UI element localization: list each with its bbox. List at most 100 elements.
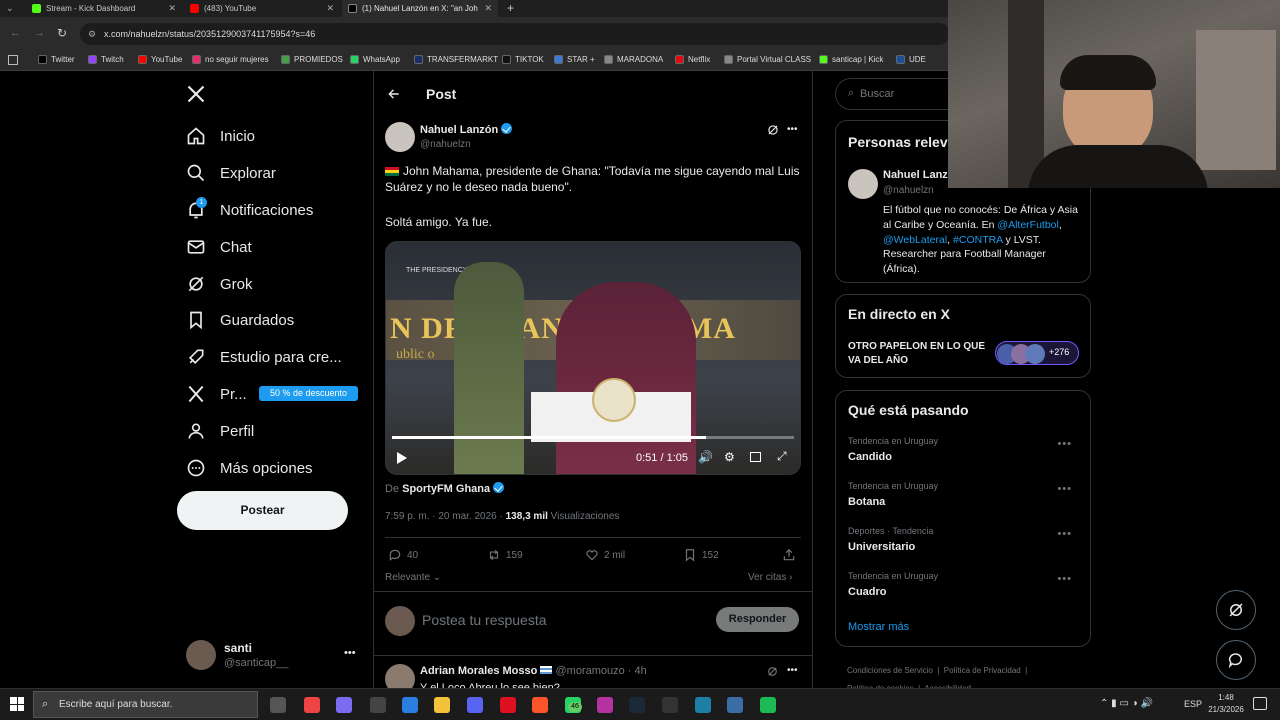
bookmark-item[interactable]: TRANSFERMARKT [414,55,498,64]
bookmark-item[interactable]: Netflix [675,55,710,64]
address-bar[interactable]: ⚙ x.com/nahuelzn/status/2035129003741175… [80,23,950,45]
shield-icon[interactable] [727,697,743,713]
sidebar-item-4[interactable]: Grok [186,269,253,299]
bookmark-item[interactable]: no seguir mujeres [192,55,269,64]
app-icon[interactable] [597,697,613,713]
sidebar-item-5[interactable]: Guardados [186,305,294,335]
bookmark-item[interactable]: Portal Virtual CLASS [724,55,811,64]
tab-youtube[interactable]: (483) YouTube ✕ [184,0,340,17]
person-name[interactable]: Nahuel Lanz [883,169,948,181]
language-indicator[interactable]: ESP [1184,699,1202,709]
close-icon[interactable]: ✕ [484,3,492,14]
repost-button[interactable]: 159 [487,548,523,562]
source-name[interactable]: SportyFM Ghana [402,483,490,495]
sidebar-item-8[interactable]: Perfil [186,416,254,446]
play-icon[interactable] [396,451,408,470]
windows-start-icon[interactable] [10,697,24,711]
trend-more-icon[interactable]: ••• [1057,483,1072,495]
new-tab-button[interactable]: + [507,1,514,15]
bookmark-button[interactable]: 152 [683,548,719,562]
settings-icon[interactable]: ⚙ [724,450,735,464]
trend-more-icon[interactable]: ••• [1057,573,1072,585]
sidebar-item-0[interactable]: Inicio [186,121,255,151]
bookmark-item[interactable]: MARADONA [604,55,663,64]
sidebar-item-7[interactable]: Pr... [186,379,247,409]
video-progress-track[interactable] [392,436,794,439]
bio-link[interactable]: @AlterFutbol [997,219,1058,231]
post-timestamp[interactable]: 7:59 p. m. · 20 mar. 2026 [385,511,497,522]
reply-submit-button[interactable]: Responder [716,607,799,632]
clock[interactable]: 1:48 21/3/2026 [1206,692,1246,716]
steam-icon[interactable] [629,697,645,713]
site-info-icon[interactable]: ⚙ [88,23,96,45]
reply-author-name[interactable]: Adrian Morales Mosso [420,665,537,677]
explorer-icon[interactable] [434,697,450,713]
reload-icon[interactable]: ↻ [57,26,67,40]
grok-explain-icon[interactable] [766,665,779,683]
bookmark-item[interactable]: STAR + [554,55,595,64]
bookmark-item[interactable]: WhatsApp [350,55,400,64]
bookmark-item[interactable]: UDE [896,55,926,64]
trend-item[interactable]: Tendencia en Uruguay Botana ••• [836,481,1090,521]
task-view-icon[interactable] [270,697,286,713]
taskbar-search[interactable]: ⌕ Escribe aquí para buscar. [33,691,258,718]
bio-link[interactable]: #CONTRA [953,234,1003,246]
grok-float-button[interactable] [1216,590,1256,630]
spotify-icon[interactable] [760,697,776,713]
sidebar-item-6[interactable]: Estudio para cre... [186,342,342,372]
close-icon[interactable]: ✕ [326,3,334,14]
see-quotes-link[interactable]: Ver citas › [748,572,792,583]
tab-kick[interactable]: Stream - Kick Dashboard ✕ [26,0,182,17]
vscode-icon[interactable] [370,697,386,713]
person-avatar[interactable] [848,169,878,199]
chrome-icon[interactable] [304,697,320,713]
footer-link[interactable]: Política de Privacidad [944,666,1021,675]
like-button[interactable]: 2 mil [585,548,625,562]
tray-icons[interactable]: ⌃ ▮ ▭ ◑ 🔊 [1100,698,1153,709]
obs-icon[interactable] [662,697,678,713]
grok-explain-icon[interactable] [766,123,780,142]
show-more-link[interactable]: Mostrar más [848,621,909,633]
bookmark-item[interactable]: YouTube [138,55,182,64]
x-logo[interactable] [186,84,206,109]
copilot-icon[interactable] [336,697,352,713]
bookmark-item[interactable]: Twitter [38,55,75,64]
bookmark-item[interactable]: Twitch [88,55,124,64]
notifications-icon[interactable] [1253,697,1267,710]
sidebar-item-1[interactable]: Explorar [186,158,276,188]
search-input[interactable]: Buscar [860,88,894,100]
live-card[interactable]: En directo en X OTRO PAPELON EN LO QUE V… [835,294,1091,378]
volume-icon[interactable]: 🔊 [698,450,713,464]
taskbar-search-input[interactable]: Escribe aquí para buscar. [59,699,172,710]
account-switcher[interactable] [186,640,216,670]
tab-search-icon[interactable]: ⌄ [6,3,14,14]
premium-discount-badge[interactable]: 50 % de descuento [259,386,358,401]
reply-input[interactable]: Postea tu respuesta [422,612,547,628]
fullscreen-icon[interactable]: ⤢ [777,449,787,464]
account-more-icon[interactable]: ••• [344,647,356,659]
post-more-icon[interactable]: ••• [787,124,798,135]
author-name-row[interactable]: Nahuel Lanzón [420,123,513,136]
back-arrow-icon[interactable] [387,87,401,106]
trend-more-icon[interactable]: ••• [1057,528,1072,540]
bio-link[interactable]: @WebLateral [883,234,947,246]
bookmark-item[interactable]: TIKTOK [502,55,544,64]
footer-link[interactable]: Condiciones de Servicio [847,666,933,675]
capcut-icon[interactable] [695,697,711,713]
sidebar-item-9[interactable]: Más opciones [186,453,313,483]
forward-icon[interactable]: → [34,27,45,39]
trend-item[interactable]: Tendencia en Uruguay Cuadro ••• [836,571,1090,611]
opera-icon[interactable] [500,697,516,713]
trend-item[interactable]: Tendencia en Uruguay Candido ••• [836,436,1090,476]
sidebar-item-3[interactable]: Chat [186,232,252,262]
back-icon[interactable]: ← [10,27,21,39]
brave-icon[interactable] [532,697,548,713]
messages-float-button[interactable] [1216,640,1256,680]
share-button[interactable] [782,548,801,562]
post-button[interactable]: Postear [177,491,348,530]
reply-button[interactable]: 40 [388,548,418,562]
sort-dropdown[interactable]: Relevante ⌄ [385,572,441,583]
trend-more-icon[interactable]: ••• [1057,438,1072,450]
author-avatar[interactable] [385,122,415,152]
apps-icon[interactable] [8,55,18,65]
